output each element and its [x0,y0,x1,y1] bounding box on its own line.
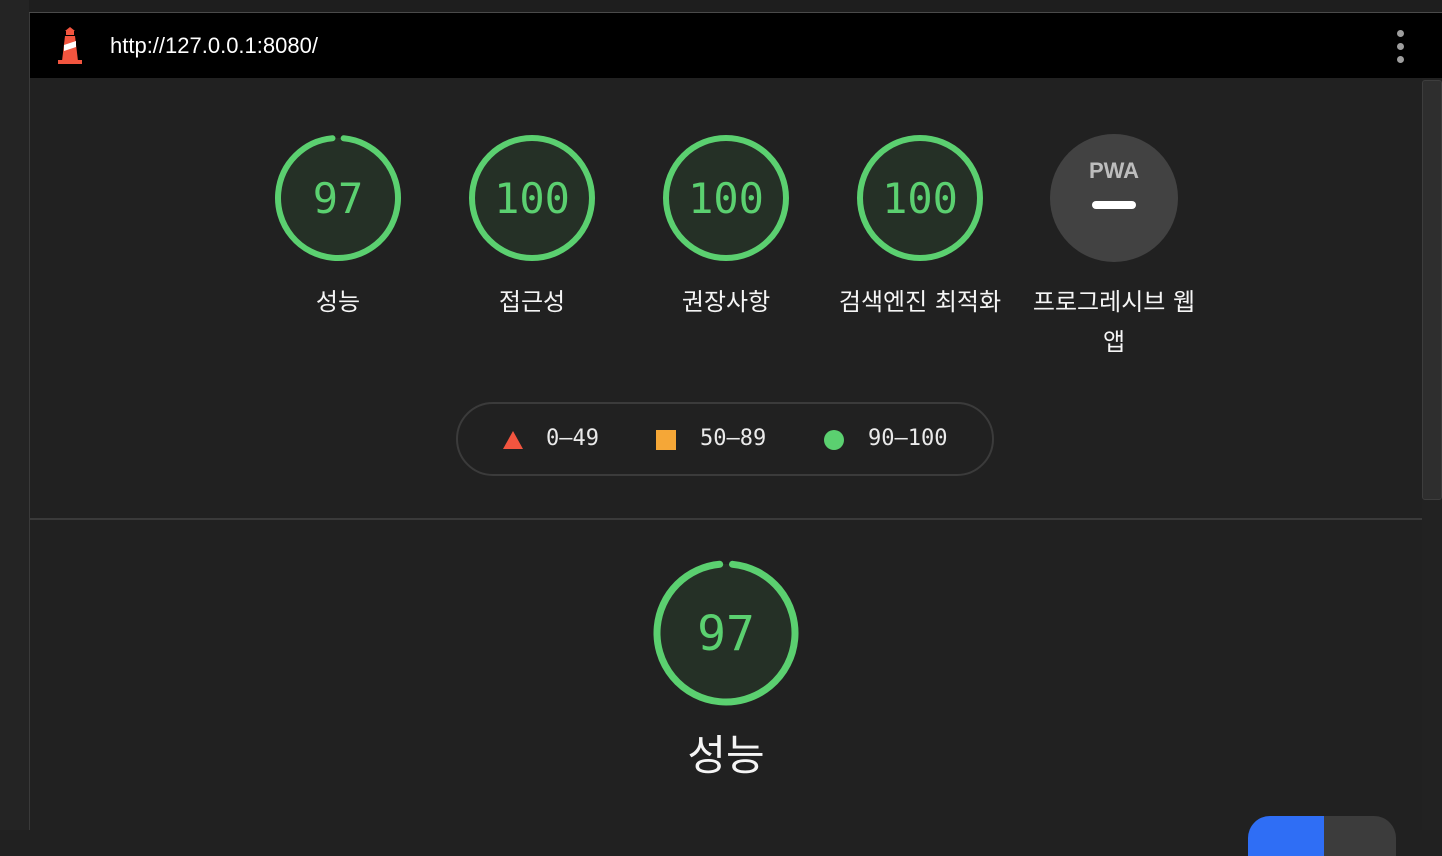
gauge-best-practices[interactable]: 100 권장사항 [628,132,824,322]
section-divider [30,518,1422,520]
performance-gauge: 97 [653,560,799,706]
gauge-label: 접근성 [498,288,566,316]
score-value: 100 [882,174,958,223]
legend-range: 50–89 [700,426,767,451]
gauge-label: 검색엔진 최적화 [838,288,1002,316]
more-options-icon[interactable] [1386,27,1414,65]
gauge-accessibility[interactable]: 100 접근성 [434,132,630,322]
report-url[interactable]: http://127.0.0.1:8080/ [110,13,318,78]
score-value: 97 [313,174,364,223]
view-toggle-inactive[interactable] [1324,816,1396,856]
lighthouse-logo-icon [58,27,82,64]
gauge-ring: 97 [275,135,401,261]
view-toggle[interactable] [1248,816,1396,856]
score-value: 100 [688,174,764,223]
scrollbar-thumb[interactable] [1422,80,1442,500]
gauge-ring: 100 [857,135,983,261]
gauge-ring: 100 [663,135,789,261]
window-frame-left [0,0,30,830]
legend-range: 90–100 [868,426,948,451]
gauge-pwa[interactable]: PWA 프로그레시브 웹 앱 [1016,132,1212,362]
gauge-ring: 100 [469,135,595,261]
triangle-icon [503,431,523,449]
view-toggle-active[interactable] [1248,816,1324,856]
performance-title: 성능 [687,731,765,780]
gauge-performance[interactable]: 97 성능 [240,132,436,322]
square-icon [656,430,676,450]
score-value: 100 [494,174,570,223]
score-legend: 0–49 50–89 90–100 [456,402,994,476]
window-frame-top [29,0,1442,13]
circle-icon [824,430,844,450]
gauge-label: 권장사항 [681,288,771,316]
performance-score-value: 97 [697,606,755,662]
gauge-seo[interactable]: 100 검색엔진 최적화 [822,132,1018,322]
pwa-badge-icon: PWA [1050,134,1178,262]
gauge-label: 프로그레시브 웹 앱 [1032,288,1196,356]
report-topbar: http://127.0.0.1:8080/ [30,13,1442,78]
pwa-badge-text: PWA [1089,158,1139,183]
gauge-label: 성능 [315,288,361,316]
report-content: 97 성능 100 접근성 100 권장사항 100 검색엔진 최적화 PWA … [30,78,1422,856]
legend-range: 0–49 [546,426,599,451]
